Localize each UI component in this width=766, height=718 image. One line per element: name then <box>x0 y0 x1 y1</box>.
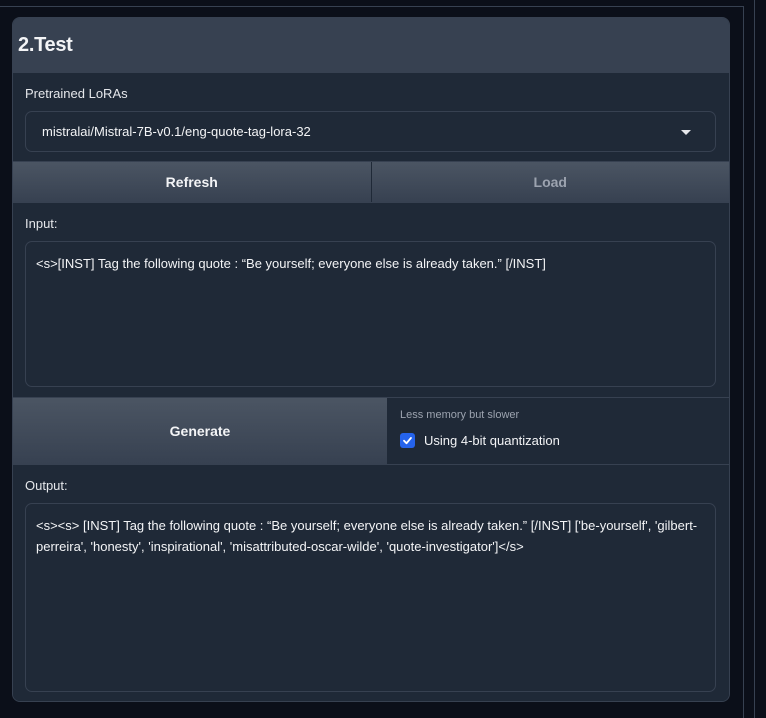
lora-section: Pretrained LoRAs mistralai/Mistral-7B-v0… <box>13 73 729 162</box>
generate-button[interactable]: Generate <box>13 398 388 464</box>
panel-title: 2.Test <box>18 34 73 56</box>
quantization-checkbox[interactable] <box>400 433 415 448</box>
quantization-section: Less memory but slower Using 4-bit quant… <box>388 398 729 464</box>
lora-label: Pretrained LoRAs <box>25 86 128 101</box>
load-button[interactable]: Load <box>371 162 729 202</box>
input-section: Input: <s>[INST] Tag the following quote… <box>13 203 729 398</box>
input-textarea[interactable]: <s>[INST] Tag the following quote : “Be … <box>25 241 716 387</box>
checkmark-icon <box>403 437 412 445</box>
right-divider <box>754 0 755 718</box>
output-textarea[interactable]: <s><s> [INST] Tag the following quote : … <box>25 503 716 692</box>
quantization-toggle[interactable]: Using 4-bit quantization <box>400 433 717 448</box>
generate-row: Generate Less memory but slower Using 4-… <box>13 398 729 465</box>
lora-dropdown[interactable]: mistralai/Mistral-7B-v0.1/eng-quote-tag-… <box>25 111 716 152</box>
panel-header: 2.Test <box>13 18 729 73</box>
quantization-label: Using 4-bit quantization <box>424 433 560 448</box>
chevron-down-icon <box>681 130 691 135</box>
lora-button-row: Refresh Load <box>13 162 729 203</box>
refresh-button[interactable]: Refresh <box>13 162 372 202</box>
lora-dropdown-value: mistralai/Mistral-7B-v0.1/eng-quote-tag-… <box>42 124 311 139</box>
quantization-info: Less memory but slower <box>400 409 520 421</box>
output-label: Output: <box>25 478 68 493</box>
output-section: Output: <s><s> [INST] Tag the following … <box>13 465 729 701</box>
test-panel: 2.Test Pretrained LoRAs mistralai/Mistra… <box>12 17 730 702</box>
input-label: Input: <box>25 216 58 231</box>
